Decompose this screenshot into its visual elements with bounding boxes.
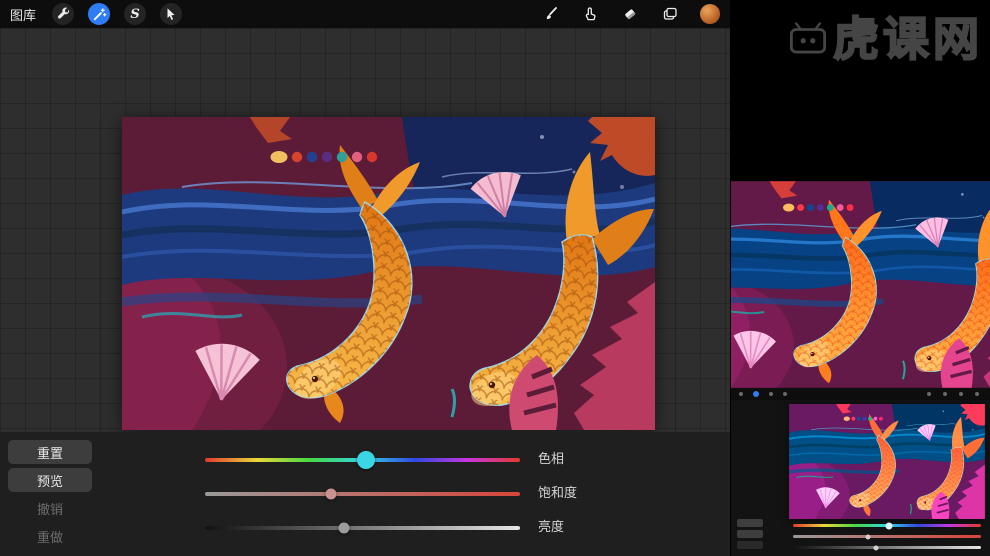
mini-hue-knob xyxy=(885,522,893,529)
mini-toolbar xyxy=(731,388,990,400)
layers-icon xyxy=(663,7,677,20)
color-swatch-button[interactable] xyxy=(700,4,720,24)
eraser-icon xyxy=(625,9,636,20)
top-toolbar: 图库 S xyxy=(0,0,730,28)
watermark-tv-icon xyxy=(789,22,827,54)
mini-brightness-slider xyxy=(793,544,981,551)
mini-eraser-icon xyxy=(959,392,963,396)
mini-wand-icon xyxy=(753,391,759,397)
brush-button[interactable] xyxy=(540,4,560,24)
right-sidebar: 虎课网 xyxy=(730,0,990,556)
mini-layers-icon xyxy=(975,392,979,396)
mini-preview-button xyxy=(737,530,763,538)
hue-knob[interactable] xyxy=(356,451,375,469)
mini-brightness-knob xyxy=(873,545,879,550)
actions-button[interactable] xyxy=(52,3,75,25)
video-thumbnail-editing xyxy=(731,388,990,556)
adjustments-button[interactable] xyxy=(88,3,111,25)
mini-saturation-slider xyxy=(793,533,981,540)
wrench-icon xyxy=(57,7,69,19)
transform-button[interactable] xyxy=(160,3,183,25)
selection-s-icon: S xyxy=(130,6,140,22)
brightness-track[interactable] xyxy=(205,526,520,530)
mini-saturation-knob xyxy=(865,534,871,539)
saturation-knob[interactable] xyxy=(325,488,337,500)
selection-button[interactable]: S xyxy=(124,3,147,25)
mini-wrench-icon xyxy=(739,392,743,396)
mini-selection-icon xyxy=(769,392,773,396)
gallery-button[interactable]: 图库 xyxy=(10,5,36,24)
watermark: 虎课网 xyxy=(789,12,983,66)
mini-hue-slider xyxy=(793,522,981,529)
mini-artwork xyxy=(789,404,985,519)
mini-smudge-icon xyxy=(943,392,947,396)
mini-arrow-icon xyxy=(783,392,787,396)
saturation-label: 饱和度 xyxy=(538,486,578,501)
mini-brightness-track xyxy=(793,546,981,549)
smudge-button[interactable] xyxy=(580,4,600,24)
layers-button[interactable] xyxy=(660,4,680,24)
undo-button[interactable]: 撤销 xyxy=(8,496,92,520)
canvas-area[interactable] xyxy=(0,28,730,432)
brightness-label: 亮度 xyxy=(538,520,565,535)
mini-saturation-track xyxy=(793,535,981,538)
watermark-text: 虎课网 xyxy=(832,12,983,66)
video-black-area: 虎课网 xyxy=(731,0,990,181)
mini-reset-button xyxy=(737,519,763,527)
screen: 图库 S 重置 预览 撤销 重做 色相 饱和度 亮度 虎课网 xyxy=(0,0,990,556)
reset-button[interactable]: 重置 xyxy=(8,440,92,464)
magic-wand-icon xyxy=(93,7,106,20)
mini-undo-button xyxy=(737,541,763,549)
preview-button[interactable]: 预览 xyxy=(8,468,92,492)
smudge-finger-icon xyxy=(585,7,596,21)
brush-icon xyxy=(546,7,557,20)
saturation-slider[interactable] xyxy=(205,485,520,503)
hsb-adjust-panel: 重置 预览 撤销 重做 色相 饱和度 亮度 xyxy=(0,432,730,556)
hue-slider[interactable] xyxy=(205,451,520,469)
eraser-button[interactable] xyxy=(620,4,640,24)
mini-brush-icon xyxy=(927,392,931,396)
saturation-track[interactable] xyxy=(205,492,520,496)
brightness-knob[interactable] xyxy=(338,522,350,534)
procreate-app: 图库 S 重置 预览 撤销 重做 色相 饱和度 亮度 xyxy=(0,0,730,556)
cursor-arrow-icon xyxy=(167,8,175,20)
hue-label: 色相 xyxy=(538,452,565,467)
video-thumbnail-artwork xyxy=(731,181,990,388)
redo-button[interactable]: 重做 xyxy=(8,524,92,548)
brightness-slider[interactable] xyxy=(205,519,520,537)
artwork-koi[interactable] xyxy=(122,117,655,430)
